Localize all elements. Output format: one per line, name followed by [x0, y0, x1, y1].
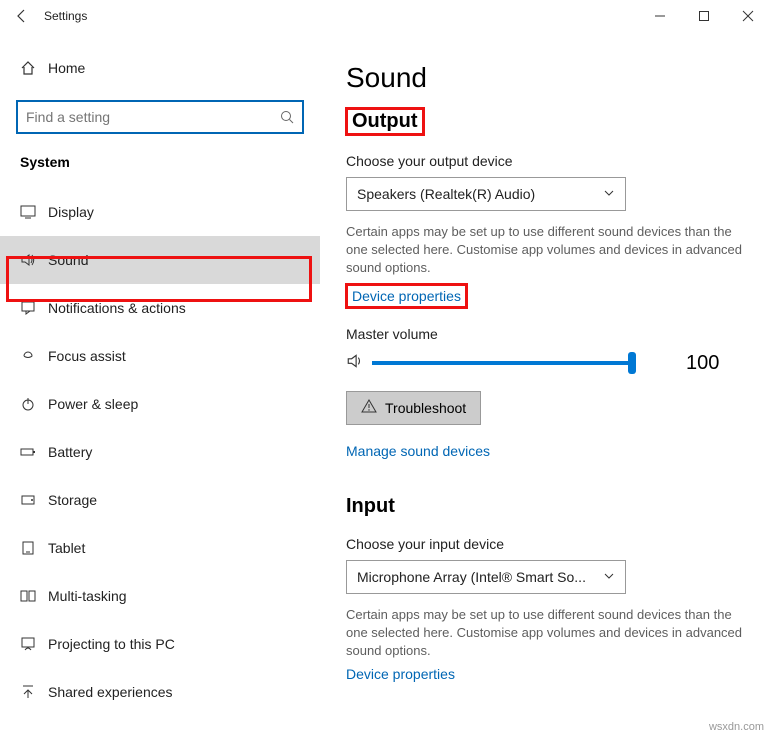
nav-label: Storage: [48, 492, 97, 508]
chevron-down-icon: [603, 186, 615, 202]
sidebar-item-battery[interactable]: Battery: [0, 428, 320, 476]
battery-icon: [20, 444, 48, 460]
page-title: Sound: [346, 62, 754, 94]
output-device-select[interactable]: Speakers (Realtek(R) Audio): [346, 177, 626, 211]
output-section-title: Output: [346, 108, 424, 135]
input-device-select[interactable]: Microphone Array (Intel® Smart So...: [346, 560, 626, 594]
nav-label: Sound: [48, 252, 88, 268]
home-button[interactable]: Home: [0, 44, 320, 92]
nav-label: Power & sleep: [48, 396, 138, 412]
output-device-value: Speakers (Realtek(R) Audio): [357, 186, 535, 202]
slider-track[interactable]: [372, 361, 636, 365]
power-icon: [20, 396, 48, 412]
nav-label: Projecting to this PC: [48, 636, 175, 652]
maximize-button[interactable]: [682, 0, 726, 32]
input-description: Certain apps may be set up to use differ…: [346, 606, 754, 661]
sidebar-item-sound[interactable]: Sound: [0, 236, 320, 284]
projecting-icon: [20, 636, 48, 652]
nav-label: Multi-tasking: [48, 588, 127, 604]
back-button[interactable]: [0, 0, 44, 32]
home-icon: [20, 60, 48, 76]
main-content: Sound Output Choose your output device S…: [320, 32, 770, 737]
device-properties-link[interactable]: Device properties: [346, 284, 467, 308]
warning-icon: [361, 398, 377, 417]
volume-slider[interactable]: [346, 352, 636, 375]
window-title: Settings: [44, 9, 87, 23]
input-device-value: Microphone Array (Intel® Smart So...: [357, 569, 586, 585]
search-input[interactable]: [16, 100, 304, 134]
sidebar: Home System Display Sound Notifications …: [0, 32, 320, 737]
sound-icon: [20, 252, 48, 268]
search-field[interactable]: [26, 109, 294, 125]
sidebar-item-multitasking[interactable]: Multi-tasking: [0, 572, 320, 620]
sidebar-item-projecting[interactable]: Projecting to this PC: [0, 620, 320, 668]
sidebar-item-storage[interactable]: Storage: [0, 476, 320, 524]
display-icon: [20, 204, 48, 220]
troubleshoot-button[interactable]: Troubleshoot: [346, 391, 481, 425]
shared-icon: [20, 684, 48, 700]
volume-value: 100: [686, 352, 719, 375]
storage-icon: [20, 492, 48, 508]
nav-label: Shared experiences: [48, 684, 173, 700]
sidebar-item-focus-assist[interactable]: Focus assist: [0, 332, 320, 380]
sidebar-item-power-sleep[interactable]: Power & sleep: [0, 380, 320, 428]
sidebar-item-display[interactable]: Display: [0, 188, 320, 236]
nav-label: Display: [48, 204, 94, 220]
troubleshoot-label: Troubleshoot: [385, 400, 466, 416]
close-button[interactable]: [726, 0, 770, 32]
sidebar-item-tablet[interactable]: Tablet: [0, 524, 320, 572]
slider-thumb[interactable]: [628, 352, 636, 374]
input-device-properties-link[interactable]: Device properties: [346, 666, 455, 682]
search-icon: [280, 110, 294, 129]
nav-label: Focus assist: [48, 348, 126, 364]
multitasking-icon: [20, 588, 48, 604]
input-choose-label: Choose your input device: [346, 536, 754, 552]
group-header: System: [0, 146, 320, 188]
nav-label: Battery: [48, 444, 92, 460]
focus-assist-icon: [20, 348, 48, 364]
minimize-button[interactable]: [638, 0, 682, 32]
home-label: Home: [48, 60, 85, 76]
output-choose-label: Choose your output device: [346, 153, 754, 169]
watermark: wsxdn.com: [709, 721, 764, 733]
speaker-icon: [346, 352, 364, 375]
output-description: Certain apps may be set up to use differ…: [346, 223, 754, 278]
notifications-icon: [20, 300, 48, 316]
chevron-down-icon: [603, 569, 615, 585]
sidebar-item-shared-experiences[interactable]: Shared experiences: [0, 668, 320, 716]
tablet-icon: [20, 540, 48, 556]
titlebar: Settings: [0, 0, 770, 32]
nav-label: Tablet: [48, 540, 85, 556]
manage-sound-link[interactable]: Manage sound devices: [346, 443, 490, 459]
master-volume-label: Master volume: [346, 326, 754, 342]
input-section-title: Input: [346, 495, 754, 518]
sidebar-item-notifications[interactable]: Notifications & actions: [0, 284, 320, 332]
nav-label: Notifications & actions: [48, 300, 186, 316]
